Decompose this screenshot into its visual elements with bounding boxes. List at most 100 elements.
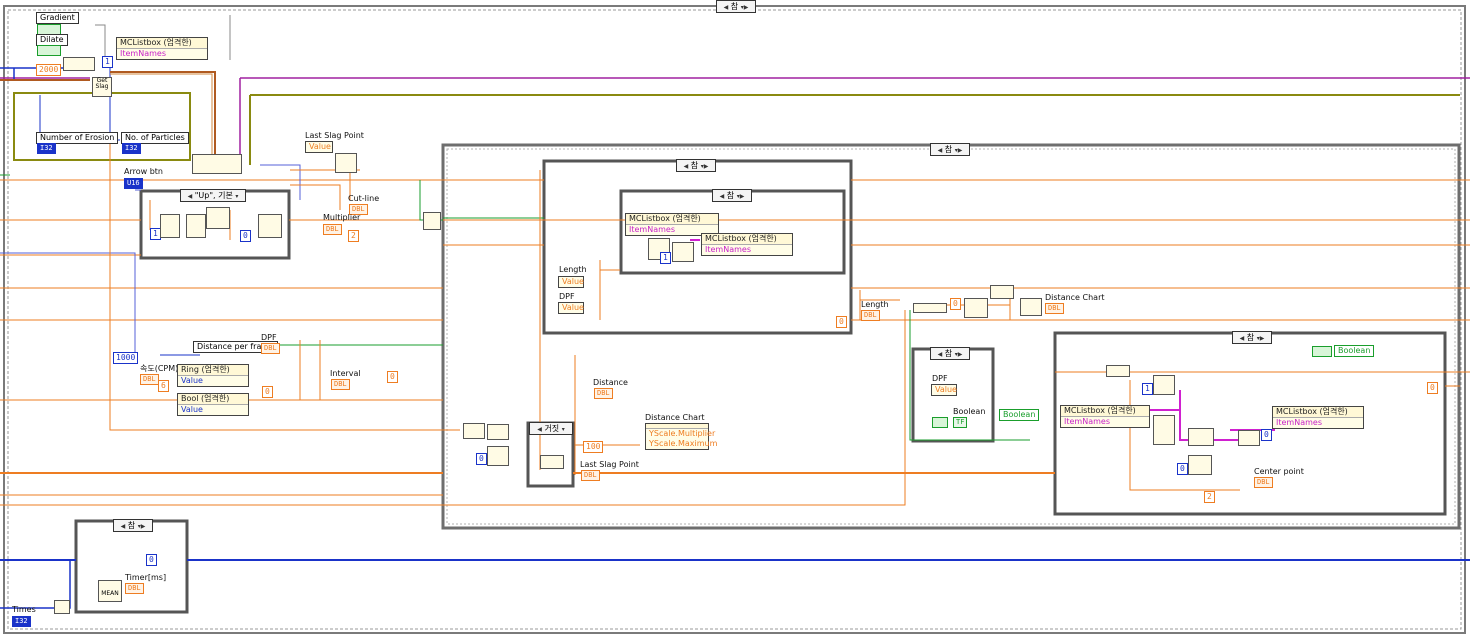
dpf-value-node-right[interactable]: Value [931,384,957,396]
replace-node-right[interactable] [1188,428,1214,446]
mclistbox-itemnames-top[interactable]: MCListbox (엄격한) ItemNames [116,37,208,60]
constant-2-right[interactable]: 2 [1204,491,1215,503]
build-array-node[interactable] [423,212,441,230]
decrement-arrow-icon[interactable]: ◀ [720,193,725,200]
case-selector-label: 참 [690,161,699,170]
dropdown-arrow-icon[interactable]: ▾▶ [737,193,745,200]
for-loop-node-right[interactable] [1153,415,1175,445]
to-dbl-node[interactable] [913,303,947,313]
case-selector-up[interactable]: ◀ "Up", 기본 ▾ [180,189,246,202]
dropdown-arrow-icon[interactable]: ▾ [235,193,238,200]
length-label-right: Length [861,300,889,309]
case-selector-inner[interactable]: ◀ 참 ▾▶ [712,189,752,202]
decrement-arrow-icon[interactable]: ◀ [537,426,542,433]
dropdown-arrow-icon[interactable]: ▾▶ [741,4,749,11]
build-array-node-right2[interactable] [990,285,1014,299]
get-slag-subvi[interactable]: Get Slag [92,77,112,97]
dropdown-arrow-icon[interactable]: ▾ [562,426,565,433]
constant-1000[interactable]: 1000 [113,352,139,364]
constant-0-interval[interactable]: 0 [387,371,398,383]
index-array-node-right-b[interactable] [1188,455,1212,475]
itemnames-property: ItemNames [705,245,751,254]
length-value-node[interactable]: Value [558,276,584,288]
get-slag-label: Get Slag [95,77,109,90]
constant-0-left[interactable]: 0 [262,386,273,398]
index-array-node-false-d[interactable] [540,455,564,469]
constant-0-false[interactable]: 0 [476,453,487,465]
index-array-node-false-c[interactable] [487,446,509,466]
constant-1-right[interactable]: 1 [1142,383,1153,395]
decrement-arrow-icon[interactable]: ◀ [938,147,943,154]
boolean-control-right[interactable] [1312,346,1332,357]
constant-6[interactable]: 6 [158,380,169,392]
mclistbox-itemnames-mid2[interactable]: MCListbox (엄격한) ItemNames [701,233,793,256]
index-array-node-a[interactable] [160,214,180,238]
case-selector-mid[interactable]: ◀ 참 ▾▶ [676,159,716,172]
dropdown-arrow-icon[interactable]: ▾▶ [138,523,146,530]
constant-0-right-c[interactable]: 0 [1177,463,1188,475]
distance-chart-yscale-node[interactable]: YScale.Multiplier YScale.Maximum [645,423,717,450]
decrement-arrow-icon[interactable]: ◀ [188,193,193,200]
bool-value-node[interactable]: Bool (엄격한) Value [177,393,249,416]
constant-2-multiplier[interactable]: 2 [348,230,359,242]
constant-0-mid[interactable]: 0 [836,316,847,328]
dropdown-arrow-icon[interactable]: ▾▶ [955,351,963,358]
index-array-node-right[interactable] [1153,375,1175,395]
replace-array-node[interactable] [206,207,230,229]
case-selector-dpf[interactable]: ◀ 참 ▾▶ [930,347,970,360]
decrement-arrow-icon[interactable]: ◀ [724,4,729,11]
boolean-control-dpf[interactable] [932,417,948,428]
itemnames-property: ItemNames [120,49,166,58]
constant-0-up[interactable]: 0 [240,230,251,242]
shift-register-node[interactable] [54,600,70,614]
case-selector-outer[interactable]: ◀ 참 ▾▶ [716,0,756,13]
dpf-value-node[interactable]: Value [558,302,584,314]
constant-0-right[interactable]: 0 [950,298,961,310]
value-property: Value [181,376,203,385]
constant-0-far-right[interactable]: 0 [1427,382,1438,394]
case-selector-right-main[interactable]: ◀ 참 ▾▶ [930,143,970,156]
insert-array-node-b[interactable] [672,242,694,262]
constant-100[interactable]: 100 [583,441,604,453]
mean-node[interactable]: MEAN [98,580,122,602]
array-subset-node[interactable] [335,153,357,173]
array-build-node[interactable] [63,57,95,71]
last-slag-point-value-node[interactable]: Value [305,141,333,153]
mclistbox-header: MCListbox (엄격한) [1273,407,1363,418]
mclistbox-itemnames-right[interactable]: MCListbox (엄격한) ItemNames [1060,405,1150,428]
decrement-arrow-icon[interactable]: ◀ [121,523,126,530]
index-array-node-b[interactable] [186,214,206,238]
case-selector-label: 참 [944,349,953,358]
decrement-arrow-icon[interactable]: ◀ [1240,335,1245,342]
array-size-node-right[interactable] [1106,365,1130,377]
gradient-label: Gradient [36,12,79,24]
dropdown-arrow-icon[interactable]: ▾▶ [955,147,963,154]
case-selector-false[interactable]: ◀ 거짓 ▾ [529,422,573,435]
index-array-node-false-b[interactable] [487,424,509,440]
dropdown-arrow-icon[interactable]: ▾▶ [701,163,709,170]
decrement-arrow-icon[interactable]: ◀ [938,351,943,358]
speed-cpm-control[interactable]: DBL [140,374,159,385]
constant-2000[interactable]: 2000 [36,64,62,76]
build-array-node-right[interactable] [964,298,988,318]
chart-bundle-node[interactable] [1020,298,1042,316]
case-selector-right-bottom[interactable]: ◀ 참 ▾▶ [1232,331,1272,344]
value-property: Value [181,405,203,414]
decrement-arrow-icon[interactable]: ◀ [684,163,689,170]
constant-1-mid[interactable]: 1 [660,252,671,264]
image-function-node[interactable] [192,154,242,174]
dilate-control[interactable] [37,45,61,56]
arrow-btn-control[interactable]: U16 [124,178,143,189]
ring-value-node[interactable]: Ring (엄격한) Value [177,364,249,387]
constant-1-top[interactable]: 1 [102,56,113,68]
constant-0-timer[interactable]: 0 [146,554,157,566]
replace-array-node-b[interactable] [258,214,282,238]
index-array-node-false-a[interactable] [463,423,485,439]
replace-node-right2[interactable] [1238,430,1260,446]
dropdown-arrow-icon[interactable]: ▾▶ [1257,335,1265,342]
distance-chart-label-a: Distance Chart [645,413,705,422]
case-selector-timer[interactable]: ◀ 참 ▾▶ [113,519,153,532]
dpf-label-mid: DPF [559,292,575,301]
constant-0-right-b[interactable]: 0 [1261,429,1272,441]
mclistbox-itemnames-right2[interactable]: MCListbox (엄격한) ItemNames [1272,406,1364,429]
